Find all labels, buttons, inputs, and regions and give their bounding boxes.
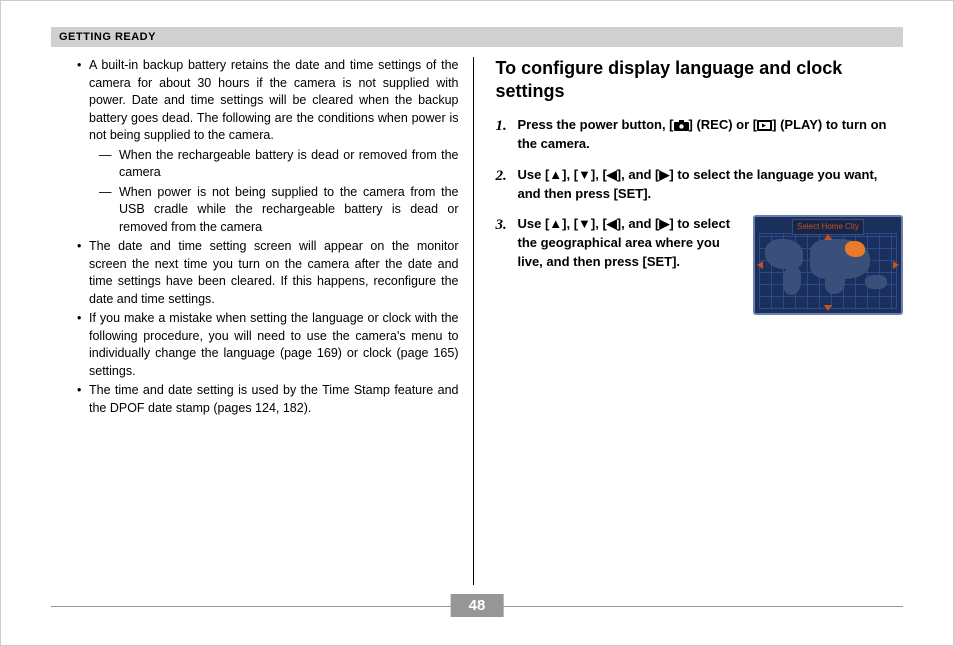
bullet-item: The date and time setting screen will ap… <box>79 238 459 308</box>
bullet-list: A built-in backup battery retains the da… <box>79 57 459 417</box>
content-columns: A built-in backup battery retains the da… <box>51 57 903 585</box>
step-text: Use [▲], [▼], [◀], and [▶] to select the… <box>518 166 904 204</box>
page-number: 48 <box>451 594 504 617</box>
step-text: Press the power button, [] (REC) or [] (… <box>518 116 904 154</box>
dash-item: When power is not being supplied to the … <box>89 184 459 237</box>
left-column: A built-in backup battery retains the da… <box>51 57 473 585</box>
bullet-item: The time and date setting is used by the… <box>79 382 459 417</box>
nav-left-icon <box>757 261 763 269</box>
step-3: 3. Use [▲], [▼], [◀], and [▶] to select … <box>496 215 904 315</box>
step-2: 2. Use [▲], [▼], [◀], and [▶] to select … <box>496 166 904 204</box>
nav-down-icon <box>824 305 832 311</box>
bullet-text: A built-in backup battery retains the da… <box>89 58 459 142</box>
bullet-item: A built-in backup battery retains the da… <box>79 57 459 236</box>
step3-content: Use [▲], [▼], [◀], and [▶] to select the… <box>518 215 904 315</box>
section-header-text: GETTING READY <box>59 31 156 43</box>
map-continent <box>765 239 803 269</box>
map-continent <box>865 275 887 289</box>
step-number: 1. <box>496 116 518 154</box>
step-number: 3. <box>496 215 518 315</box>
step-number: 2. <box>496 166 518 204</box>
nav-right-icon <box>893 261 899 269</box>
dash-item: When the rechargeable battery is dead or… <box>89 147 459 182</box>
section-header: GETTING READY <box>51 27 903 47</box>
step-text: Use [▲], [▼], [◀], and [▶] to select the… <box>518 215 742 272</box>
map-highlight-region <box>845 241 865 257</box>
play-mode-icon <box>757 120 772 131</box>
bullet-item: If you make a mistake when setting the l… <box>79 310 459 380</box>
map-title: Select Home City <box>792 219 864 234</box>
step-1: 1. Press the power button, [] (REC) or [… <box>496 116 904 154</box>
section-title: To configure display language and clock … <box>496 57 904 102</box>
camera-rec-icon <box>674 120 689 131</box>
world-map-figure: Select Home City <box>753 215 903 315</box>
nav-up-icon <box>824 234 832 240</box>
right-column: To configure display language and clock … <box>474 57 904 585</box>
